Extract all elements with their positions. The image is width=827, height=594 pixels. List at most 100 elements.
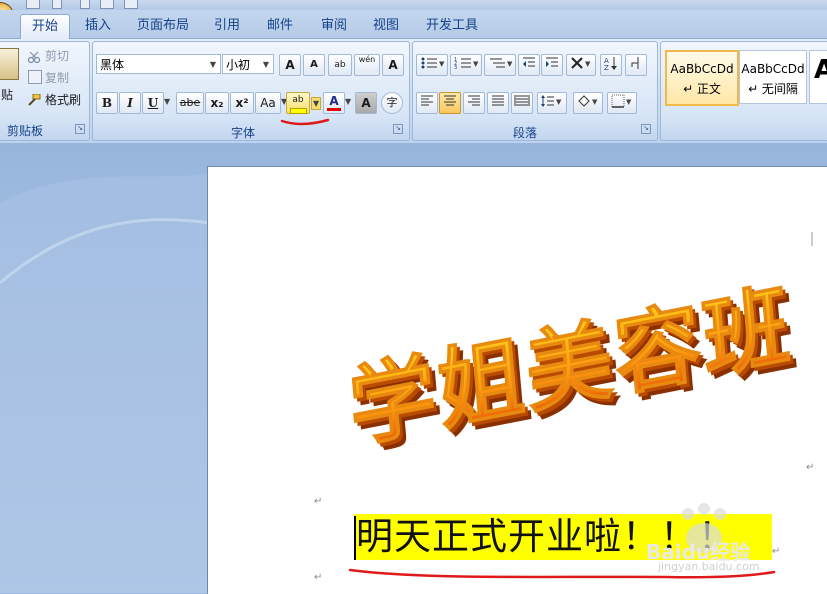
align-right-button[interactable] (463, 92, 485, 114)
tab-page-layout[interactable]: 页面布局 (130, 14, 196, 38)
justify-button[interactable] (487, 92, 509, 114)
align-center-icon (444, 95, 456, 106)
sort-button[interactable]: AZ (600, 54, 622, 76)
text-highlight-button[interactable]: ab (286, 92, 310, 114)
paste-icon[interactable] (0, 48, 19, 80)
superscript-button[interactable]: x² (230, 92, 254, 114)
align-left-button[interactable] (416, 92, 438, 114)
bold-button[interactable]: B (96, 92, 118, 114)
tab-references[interactable]: 引用 (206, 14, 248, 38)
borders-button[interactable]: ▼ (607, 92, 637, 114)
tab-mailings[interactable]: 邮件 (258, 14, 302, 38)
svg-text:▼: ▼ (592, 98, 598, 106)
font-dialog-launcher-icon[interactable]: ↘ (393, 124, 403, 134)
line-spacing-button[interactable]: ▼ (537, 92, 567, 114)
asian-layout-icon: ▼ (571, 57, 591, 69)
chevron-down-icon: ▼ (262, 60, 269, 69)
paragraph-mark-icon (631, 57, 639, 69)
style-heading-1[interactable]: A (809, 50, 827, 104)
borders-icon: ▼ (611, 94, 632, 108)
align-center-button[interactable] (439, 92, 461, 114)
svg-text:▼: ▼ (585, 60, 591, 68)
highlight-dropdown-icon[interactable]: ▼ (311, 97, 322, 110)
font-color-dropdown-icon[interactable]: ▼ (345, 97, 351, 106)
ribbon: 贴 剪切 复制 格式刷 剪贴板 ↘ 黑体 ▼ 小初 ▼ A A ab wén A… (0, 39, 827, 144)
font-size-select[interactable]: 小初 ▼ (222, 54, 274, 74)
italic-button[interactable]: I (119, 92, 141, 114)
print-preview-icon[interactable] (100, 0, 114, 9)
style-normal-sample: AaBbCcDd (670, 62, 734, 76)
paste-button-label[interactable]: 贴 (1, 86, 13, 103)
tab-review[interactable]: 审阅 (312, 14, 356, 38)
redo-icon[interactable] (80, 0, 90, 9)
paragraph-dialog-launcher-icon[interactable]: ↘ (641, 124, 651, 134)
change-case-button[interactable]: Aa (255, 92, 281, 114)
svg-text:▼: ▼ (556, 98, 562, 106)
chevron-down-icon: ▼ (209, 60, 216, 69)
bullets-button[interactable]: ▼ (416, 54, 448, 76)
font-group: 黑体 ▼ 小初 ▼ A A ab wén A B I U ▼ abe x₂ x²… (92, 41, 410, 141)
font-color-button[interactable]: A (323, 92, 345, 114)
tab-insert[interactable]: 插入 (76, 14, 120, 38)
numbering-button[interactable]: 1 2 3 ▼ (450, 54, 482, 76)
strikethrough-button[interactable]: abe (176, 92, 204, 114)
asian-layout-button[interactable]: ▼ (566, 54, 596, 76)
multilevel-list-button[interactable]: ▼ (484, 54, 516, 76)
cut-button[interactable]: 剪切 (45, 47, 69, 64)
increase-indent-button[interactable] (541, 54, 563, 76)
line-spacing-icon: ▼ (541, 95, 562, 107)
quick-access-toolbar (0, 0, 827, 10)
wordart-text: 学姐美容班 (345, 272, 796, 461)
ribbon-tabs: 开始 插入 页面布局 引用 邮件 审阅 视图 开发工具 (0, 10, 827, 39)
tab-home[interactable]: 开始 (20, 14, 70, 39)
character-shading-button[interactable]: A (355, 92, 377, 114)
wordart-title[interactable]: 学姐美容班 学姐美容班 学姐美容班 (332, 250, 827, 480)
format-painter-icon (27, 91, 41, 106)
style-normal[interactable]: AaBbCcDd ↵ 正文 (665, 50, 739, 106)
tab-view[interactable]: 视图 (364, 14, 408, 38)
clipboard-group-label: 剪贴板 (6, 124, 43, 138)
clipboard-dialog-launcher-icon[interactable]: ↘ (75, 124, 85, 134)
svg-text:3: 3 (454, 65, 457, 71)
font-group-label: 字体 (230, 126, 255, 140)
phonetic-guide-label: wén (358, 55, 376, 64)
bullets-icon: ▼ (421, 57, 445, 69)
distributed-button[interactable] (511, 92, 533, 114)
format-painter-button[interactable]: 格式刷 (45, 91, 81, 108)
style-no-spacing[interactable]: AaBbCcDd ↵ 无间隔 (739, 50, 807, 104)
font-name-select[interactable]: 黑体 ▼ (96, 54, 221, 74)
paragraph-group: ▼ 1 2 3 ▼ ▼ ▼ AZ ▼ ▼ ▼ 段落 ↘ (412, 41, 658, 141)
clear-formatting-button[interactable]: ab (328, 54, 352, 76)
subscript-button[interactable]: x₂ (205, 92, 229, 114)
phonetic-guide-button[interactable]: wén (354, 54, 380, 76)
show-marks-button[interactable] (625, 54, 647, 76)
font-color-swatch (327, 108, 341, 111)
character-border-button[interactable]: A (382, 54, 404, 76)
underline-dropdown-icon[interactable]: ▼ (164, 97, 170, 106)
sort-icon: AZ (604, 57, 617, 72)
enclose-characters-button[interactable]: 字 (381, 92, 403, 114)
margin-corner-mark (294, 232, 308, 246)
grow-font-button[interactable]: A (279, 54, 301, 76)
print-icon[interactable] (124, 0, 138, 9)
font-name-value: 黑体 (100, 58, 125, 72)
shrink-font-button[interactable]: A (303, 54, 325, 76)
watermark: Baidu经验 jingyan.baidu.com (636, 500, 816, 575)
paragraph-shading-button[interactable]: ▼ (573, 92, 603, 114)
clipboard-group: 贴 剪切 复制 格式刷 剪贴板 ↘ (0, 41, 90, 141)
svg-text:▼: ▼ (473, 60, 479, 68)
watermark-url: jingyan.baidu.com (658, 560, 760, 573)
text-highlight-label: ab (292, 95, 304, 105)
paint-bucket-icon: ▼ (578, 95, 598, 109)
decrease-indent-button[interactable] (518, 54, 540, 76)
workspace-background-swoosh (0, 173, 211, 593)
copy-button[interactable]: 复制 (45, 69, 69, 86)
numbering-icon: 123 ▼ (454, 57, 479, 71)
save-icon[interactable] (26, 0, 40, 9)
copy-icon (28, 70, 42, 84)
undo-icon[interactable] (52, 0, 62, 9)
justify-icon (492, 95, 504, 106)
underline-button[interactable]: U (142, 92, 164, 114)
tab-developer[interactable]: 开发工具 (418, 14, 486, 38)
margin-corner-mark (811, 232, 813, 246)
